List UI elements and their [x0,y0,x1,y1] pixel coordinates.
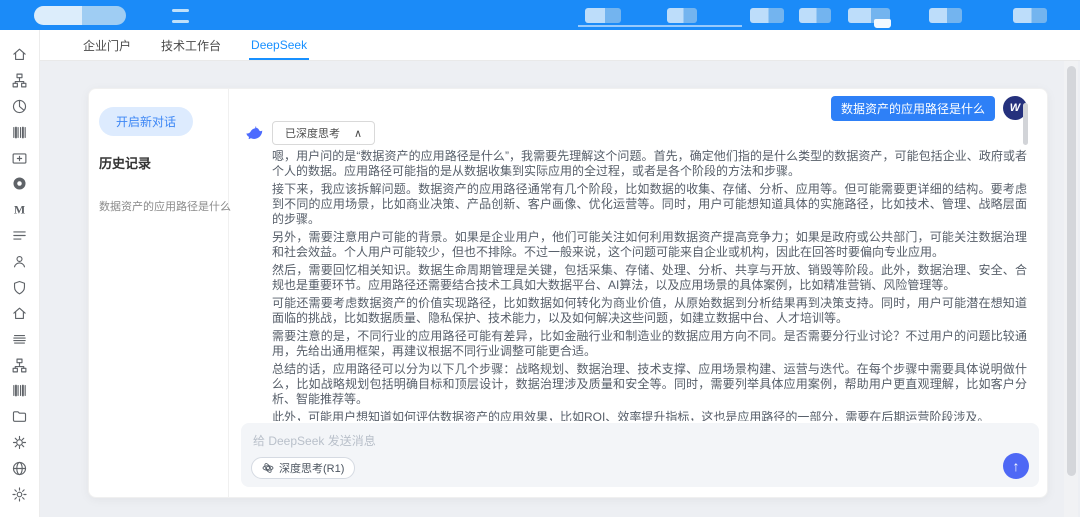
redacted-nav-item[interactable] [667,8,697,23]
shield-icon[interactable] [11,279,28,296]
history-title: 历史记录 [99,153,218,172]
home-icon[interactable] [11,46,28,63]
app-window: 企业门户 技术工作台 DeepSeek [0,0,1080,517]
message-area: 数据资产的应用路径是什么 W 已深度思考 ∧ [229,89,1047,421]
redacted-nav-dropdown [874,19,891,28]
deep-thought-toggle[interactable]: 已深度思考 ∧ [272,121,375,145]
reasoning-paragraph: 可能还需要考虑数据资产的价值实现路径，比如数据如何转化为商业价值，从原始数据到分… [272,296,1027,326]
deep-think-r1-button[interactable]: 深度思考(R1) [251,457,355,479]
org-icon[interactable] [11,72,28,89]
deepseek-whale-icon [245,124,264,143]
top-bar [0,0,1080,30]
user-message-bubble: 数据资产的应用路径是什么 [831,96,995,121]
barcode-icon[interactable] [11,124,28,141]
input-placeholder: 给 DeepSeek 发送消息 [253,432,376,449]
redacted-text [172,9,189,12]
deep-think-label: 深度思考(R1) [279,460,344,476]
globe-icon[interactable] [11,460,28,477]
tab-label: DeepSeek [251,38,307,52]
history-panel: 开启新对话 历史记录 数据资产的应用路径是什么 [89,89,229,497]
barcode-icon[interactable] [11,382,28,399]
arrow-up-icon: ↑ [1013,458,1020,474]
redacted-nav-item[interactable] [1013,8,1047,23]
new-chat-button[interactable]: 开启新对话 [99,107,193,136]
assistant-reasoning-text: 嗯，用户问的是“数据资产的应用路径是什么”，我需要先理解这个问题。首先，确定他们… [272,149,1027,421]
tab-label: 技术工作台 [161,37,221,54]
chat-card: 开启新对话 历史记录 数据资产的应用路径是什么 数据资产的应用路径是什么 W [88,88,1048,498]
page-scrollbar-thumb[interactable] [1067,66,1076,476]
chat-scrollbar-thumb[interactable] [1023,103,1028,145]
redacted-nav-item[interactable] [929,8,962,23]
reasoning-paragraph: 然后，需要回忆相关知识。数据生命周期管理是关键，包括采集、存储、处理、分析、共享… [272,263,1027,293]
tab[interactable]: 企业门户 [68,30,146,60]
redacted-nav-item[interactable] [585,8,621,23]
nav-underline [578,25,742,27]
folder-icon[interactable] [11,408,28,425]
reasoning-paragraph: 此外，可能用户想知道如何评估数据资产的应用效果，比如ROI、效率提升指标，这也是… [272,410,1027,421]
history-item[interactable]: 数据资产的应用路径是什么 [99,198,218,214]
tab[interactable]: DeepSeek [236,30,322,60]
reasoning-paragraph: 另外，需要注意用户可能的背景。如果是企业用户，他们可能关注如何利用数据资产提高竞… [272,230,1027,260]
main-content: 开启新对话 历史记录 数据资产的应用路径是什么 数据资产的应用路径是什么 W [40,61,1080,517]
deep-thought-label: 已深度思考 [285,125,340,141]
user-message-row: 数据资产的应用路径是什么 W [245,97,1027,119]
assistant-message-row: 已深度思考 ∧ 嗯，用户问的是“数据资产的应用路径是什么”，我需要先理解这个问题… [245,121,1027,421]
reasoning-paragraph: 总结的话，应用路径可以分为以下几个步骤：战略规划、数据治理、技术支撑、应用场景构… [272,362,1027,407]
reasoning-paragraph: 嗯，用户问的是“数据资产的应用路径是什么”，我需要先理解这个问题。首先，确定他们… [272,149,1027,179]
list-icon[interactable] [11,227,28,244]
reasoning-paragraph: 接下来，我应该拆解问题。数据资产的应用路径通常有几个阶段，比如数据的收集、存储、… [272,182,1027,227]
badge-icon[interactable] [11,434,28,451]
tab[interactable]: 技术工作台 [146,30,236,60]
history-list: 数据资产的应用路径是什么 [99,198,218,214]
tab-bar: 企业门户 技术工作台 DeepSeek [40,30,1080,61]
redacted-nav-item[interactable] [799,8,831,23]
redacted-text [172,20,189,23]
redacted-nav-item[interactable] [750,8,784,23]
icon-sidebar [0,30,40,517]
message-input[interactable]: 给 DeepSeek 发送消息 深度思考(R1) ↑ [241,423,1039,487]
home-icon[interactable] [11,305,28,322]
disc-icon[interactable] [11,175,28,192]
layers-icon[interactable] [11,331,28,348]
tab-label: 企业门户 [83,37,131,54]
pie-chart-icon[interactable] [11,98,28,115]
gear-icon[interactable] [11,486,28,503]
sitemap-icon[interactable] [11,357,28,374]
card-plus-icon[interactable] [11,150,28,167]
chevron-up-icon: ∧ [354,127,362,140]
reasoning-paragraph: 需要注意的是，不同行业的应用路径可能有差异，比如金融行业和制造业的数据应用方向不… [272,329,1027,359]
app-logo [34,6,126,25]
letter-m-icon[interactable] [11,201,28,218]
user-icon[interactable] [11,253,28,270]
assistant-content: 已深度思考 ∧ 嗯，用户问的是“数据资产的应用路径是什么”，我需要先理解这个问题… [272,121,1027,421]
deep-think-icon [262,462,274,474]
send-button[interactable]: ↑ [1003,453,1029,479]
